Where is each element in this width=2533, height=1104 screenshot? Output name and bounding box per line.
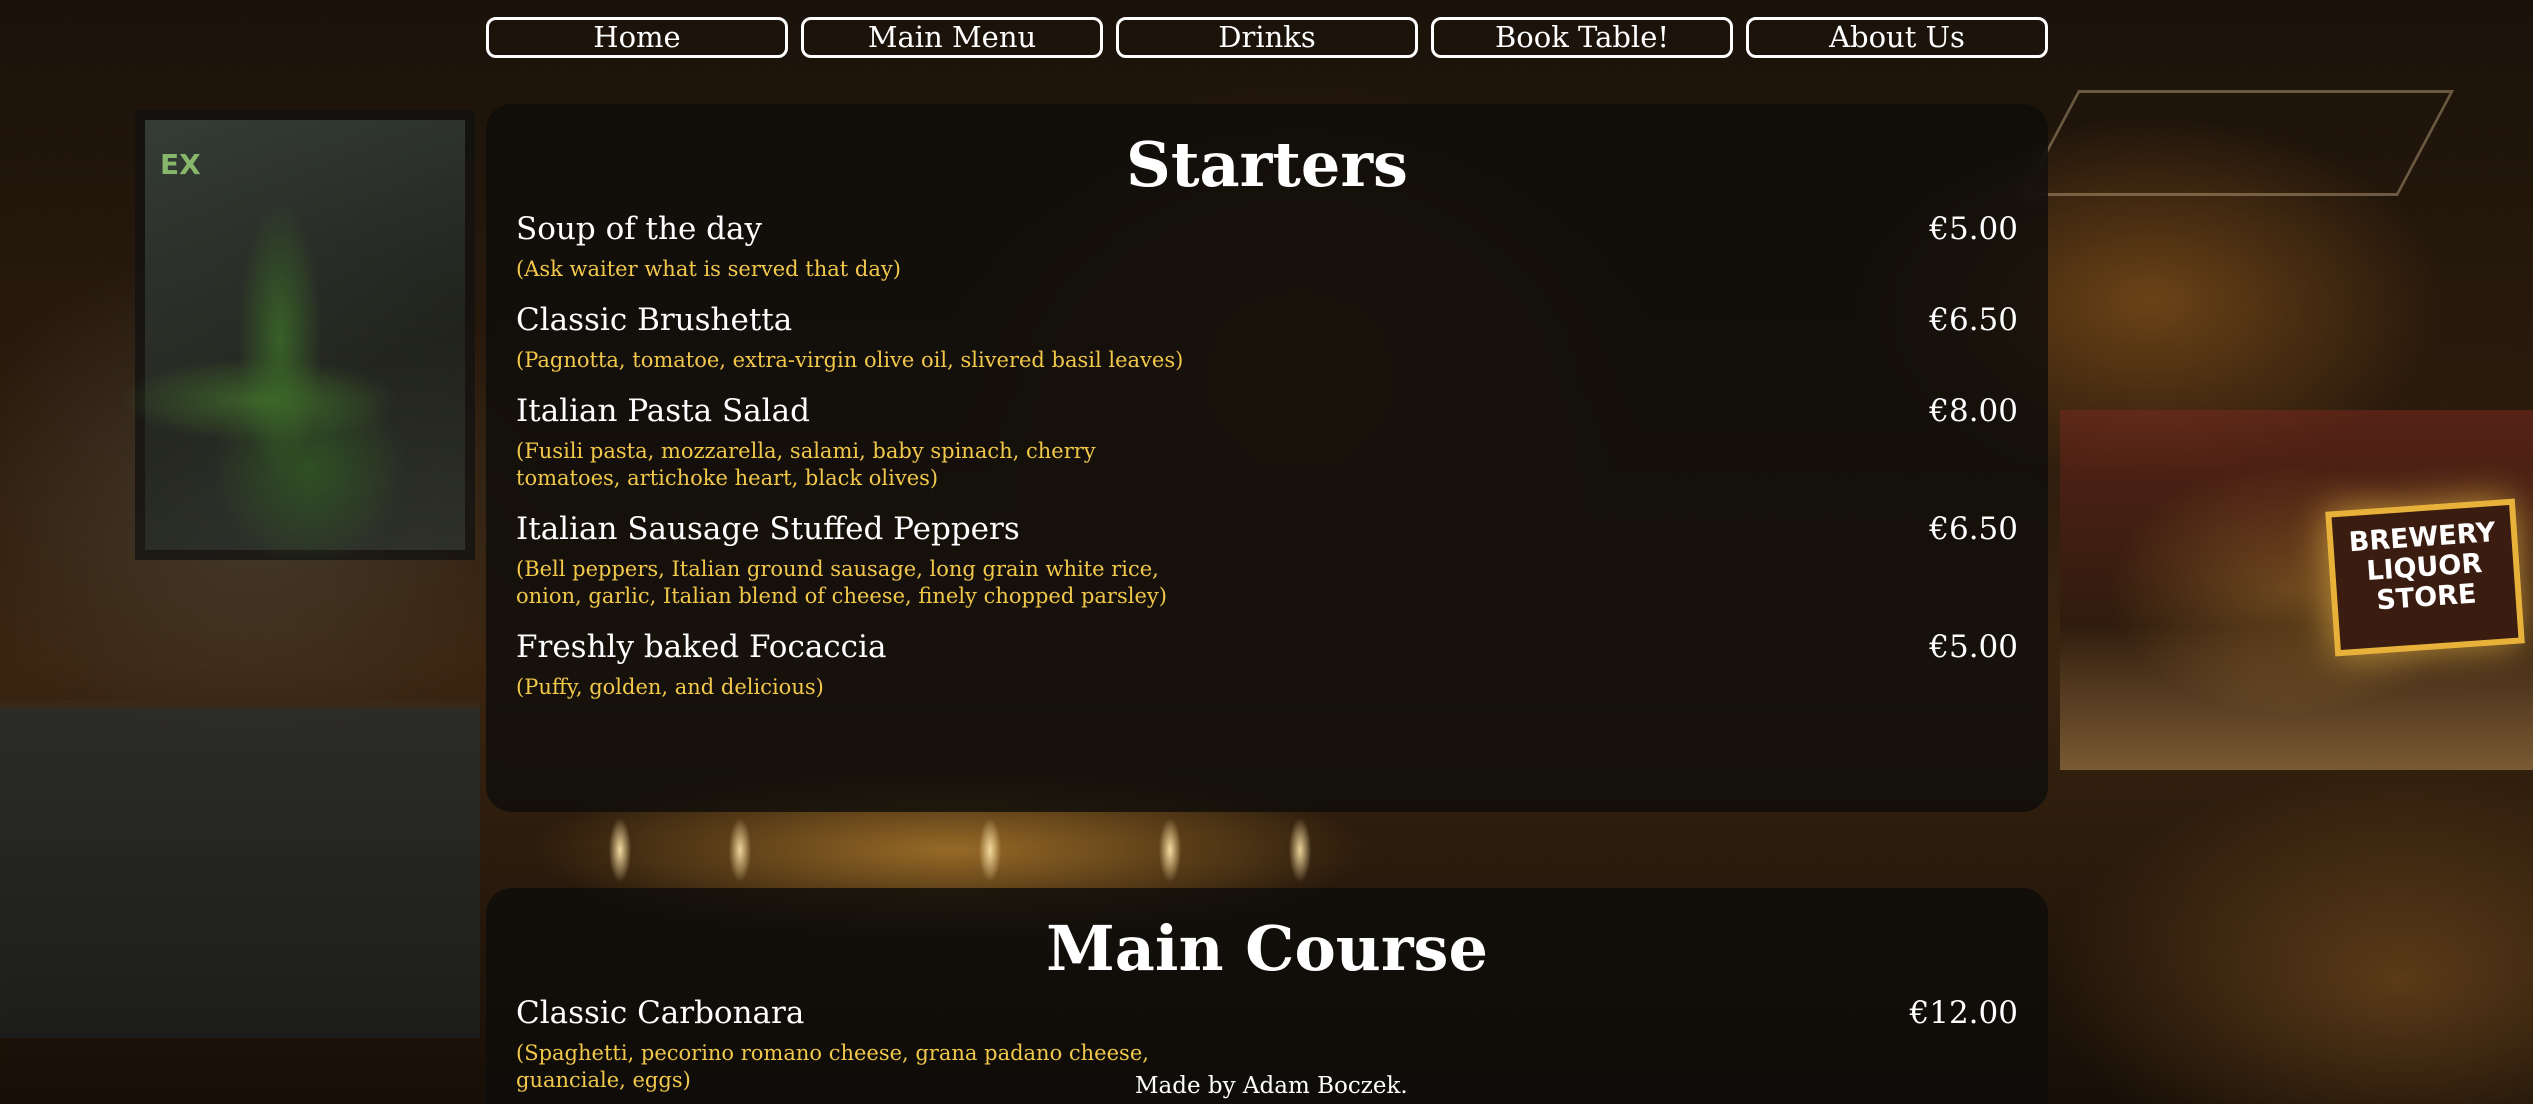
main-navigation: Home Main Menu Drinks Book Table! About …: [486, 17, 2048, 60]
menu-item-description: (Pagnotta, tomatoe, extra-virgin olive o…: [516, 348, 1184, 372]
nav-home-button[interactable]: Home: [486, 17, 788, 58]
background-chalkboard: [0, 700, 480, 1038]
menu-item-description: (Fusili pasta, mozzarella, salami, baby …: [516, 439, 1096, 490]
background-ceiling-light: [2021, 90, 2455, 196]
menu-item-name: Italian Sausage Stuffed Peppers: [516, 511, 1020, 547]
background-bottle-shelf: [2060, 410, 2533, 770]
nav-drinks-button[interactable]: Drinks: [1116, 17, 1418, 58]
menu-item-description: (Puffy, golden, and delicious): [516, 675, 824, 699]
menu-item-description: (Ask waiter what is served that day): [516, 257, 901, 281]
background-plant: [100, 140, 460, 660]
starters-title: Starters: [1126, 128, 1408, 201]
starters-list: Soup of the day €5.00 (Ask waiter what i…: [516, 198, 2018, 701]
background-floor-lights: [490, 810, 2050, 890]
menu-item: Italian Sausage Stuffed Peppers €6.50 (B…: [516, 510, 2018, 610]
menu-item-name: Freshly baked Focaccia: [516, 629, 887, 665]
menu-item-description: (Spaghetti, pecorino romano cheese, gran…: [516, 1041, 1149, 1092]
nav-main-menu-button[interactable]: Main Menu: [801, 17, 1103, 58]
background-window: [135, 110, 475, 560]
footer-credit: Made by Adam Boczek.: [1135, 1073, 1408, 1099]
menu-item-price: €6.50: [1929, 302, 2018, 338]
menu-item-description: (Bell peppers, Italian ground sausage, l…: [516, 557, 1167, 608]
nav-book-table-button[interactable]: Book Table!: [1431, 17, 1733, 58]
starters-section: Starters Soup of the day €5.00 (Ask wait…: [486, 104, 2048, 812]
menu-item-name: Classic Brushetta: [516, 302, 793, 338]
menu-item-price: €6.50: [1929, 511, 2018, 547]
menu-item-name: Soup of the day: [516, 211, 763, 247]
menu-item-name: Italian Pasta Salad: [516, 393, 810, 429]
menu-item-price: €8.00: [1929, 393, 2018, 429]
menu-item-price: €5.00: [1929, 629, 2018, 665]
menu-item: Freshly baked Focaccia €5.00 (Puffy, gol…: [516, 628, 2018, 701]
menu-item-price: €5.00: [1929, 211, 2018, 247]
menu-item: Soup of the day €5.00 (Ask waiter what i…: [516, 210, 2018, 283]
main-course-title: Main Course: [1046, 912, 1488, 985]
menu-item: Italian Pasta Salad €8.00 (Fusili pasta,…: [516, 392, 2018, 492]
menu-item-price: €12.00: [1909, 995, 2018, 1031]
menu-item: Classic Brushetta €6.50 (Pagnotta, tomat…: [516, 301, 2018, 374]
nav-about-us-button[interactable]: About Us: [1746, 17, 2048, 58]
background-exit-sign: EX: [160, 148, 201, 181]
menu-item-name: Classic Carbonara: [516, 995, 805, 1031]
background-brewery-sign: BREWERY LIQUOR STORE: [2325, 498, 2525, 657]
